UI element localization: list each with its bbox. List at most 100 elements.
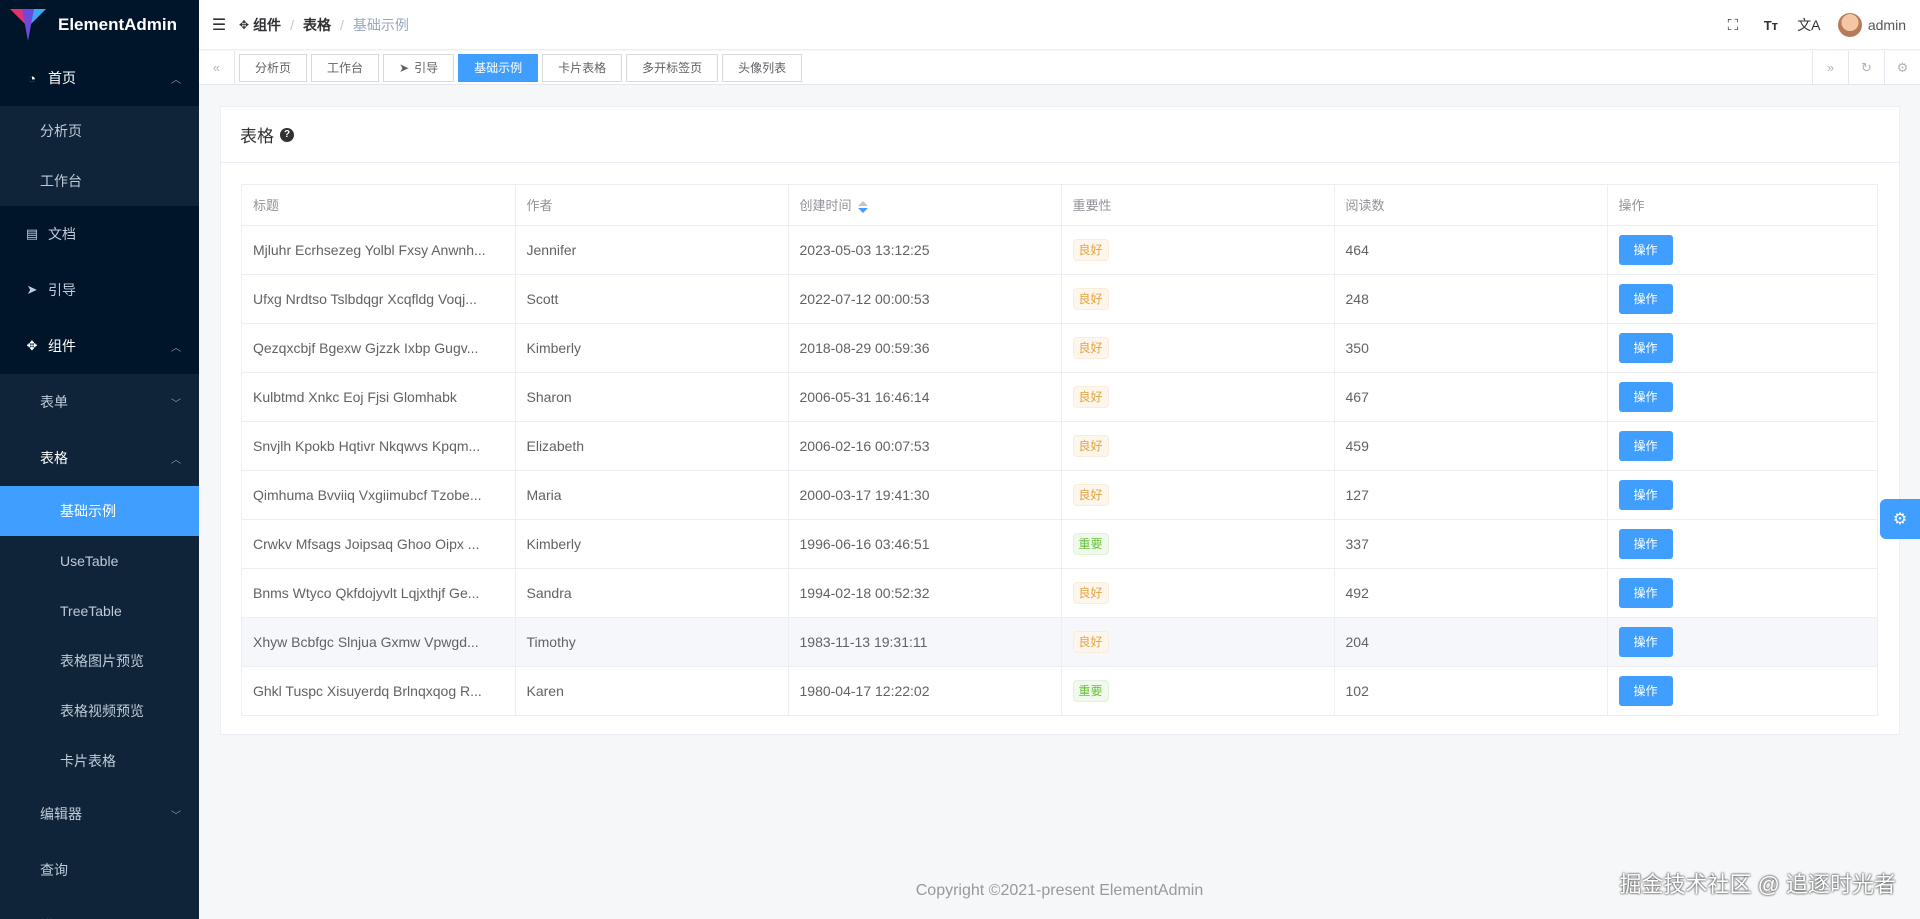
sidebar-item-basic-example[interactable]: 基础示例 — [0, 486, 199, 536]
sidebar-item-description[interactable]: 描述 — [0, 898, 199, 919]
settings-gear-icon[interactable]: ⚙ — [1880, 499, 1920, 539]
action-button[interactable]: 操作 — [1618, 577, 1673, 608]
sidebar-item-docs[interactable]: ▤ 文档 — [0, 206, 199, 262]
sidebar-item-guide[interactable]: ➤ 引导 — [0, 262, 199, 318]
action-button[interactable]: 操作 — [1618, 528, 1673, 559]
sidebar-item-table[interactable]: 表格 ︿ — [0, 430, 199, 486]
sidebar-item-components[interactable]: ✥ 组件 ︿ — [0, 318, 199, 374]
cell-author: Karen — [515, 666, 789, 715]
sidebar-item-card-table[interactable]: 卡片表格 — [0, 736, 199, 786]
status-badge: 重要 — [1072, 532, 1109, 555]
column-header-reads: 阅读数 — [1334, 185, 1608, 226]
user-menu[interactable]: admin — [1828, 13, 1920, 37]
double-right-icon[interactable]: » — [1812, 50, 1848, 85]
tag-avatar-list[interactable]: 头像列表 — [722, 53, 803, 82]
chevron-up-icon: ︿ — [171, 454, 181, 466]
column-header-time[interactable]: 创建时间 — [788, 185, 1062, 226]
cell-reads: 459 — [1334, 421, 1608, 471]
action-button[interactable]: 操作 — [1618, 283, 1673, 314]
table-row: Kulbtmd Xnkc Eoj Fjsi Glomhabk Sharon 2006… — [242, 372, 1877, 422]
breadcrumb-separator: / — [339, 16, 344, 33]
font-size-icon[interactable]: Tт — [1752, 0, 1790, 50]
breadcrumb-item[interactable]: 组件 — [253, 15, 281, 35]
sidebar-item-workplace[interactable]: 工作台 — [0, 156, 199, 206]
cell-title: Mjluhr Ecrhsezeg Yolbl Fxsy Anwnh... — [242, 225, 516, 275]
document-icon: ▤ — [25, 226, 39, 241]
status-badge: 良好 — [1072, 630, 1109, 653]
fullscreen-icon[interactable]: ⛶ — [1714, 0, 1752, 50]
cell-reads: 350 — [1334, 323, 1608, 373]
cell-reads: 204 — [1334, 617, 1608, 667]
status-badge: 良好 — [1072, 434, 1109, 457]
sidebar-item-home[interactable]: ◔ 首页 ︿ — [0, 50, 199, 106]
cell-importance: 良好 — [1061, 225, 1335, 275]
tag-analysis[interactable]: 分析页 — [239, 53, 308, 82]
tag-basic-example[interactable]: 基础示例 — [458, 53, 539, 82]
column-header-importance: 重要性 — [1061, 185, 1335, 226]
cell-time: 1996-06-16 03:46:51 — [788, 519, 1062, 569]
cell-time: 1994-02-18 00:52:32 — [788, 568, 1062, 618]
sidebar-item-table-video-preview[interactable]: 表格视频预览 — [0, 686, 199, 736]
table-row: Ufxg Nrdtso Tslbdqgr Xcqfldg Voqj... Scot… — [242, 274, 1877, 324]
cell-author: Scott — [515, 274, 789, 324]
sidebar-item-label: 引导 — [48, 282, 76, 298]
action-button[interactable]: 操作 — [1618, 381, 1673, 412]
header-actions: ⛶ Tт 文A admin — [1714, 0, 1920, 50]
cell-reads: 248 — [1334, 274, 1608, 324]
tag-card-table[interactable]: 卡片表格 — [542, 53, 623, 82]
cell-author: Kimberly — [515, 519, 789, 569]
tags-view: « 分析页 工作台 ➤ 引导 基础示例 卡片表格 多开标签页 头像列表 » ↻ ⚙ — [199, 50, 1920, 85]
cell-title: Xhyw Bcbfgc Slnjua Gxmw Vpwgd... — [242, 617, 516, 667]
cell-title: Snvjlh Kpokb Hqtivr Nkqwvs Kpqm... — [242, 421, 516, 471]
cell-time: 2006-02-16 00:07:53 — [788, 421, 1062, 471]
sort-icon[interactable] — [857, 200, 868, 214]
sidebar: ElementAdmin ◔ 首页 ︿ 分析页 工作台 ▤ 文档 ➤ 引导 ✥ … — [0, 0, 199, 919]
sidebar-item-table-image-preview[interactable]: 表格图片预览 — [0, 636, 199, 686]
cell-importance: 良好 — [1061, 470, 1335, 520]
tag-multi-tabs[interactable]: 多开标签页 — [626, 53, 719, 82]
column-header-author: 作者 — [515, 185, 789, 226]
watermark: 掘金技术社区 @ 追逐时光者 — [1619, 872, 1896, 897]
cubes-icon: ✥ — [26, 338, 38, 353]
sidebar-item-treetable[interactable]: TreeTable — [0, 586, 199, 636]
action-button[interactable]: 操作 — [1618, 626, 1673, 657]
table-row: Ghkl Tuspc Xisuyerdq Brlnqxqog R... Karen… — [242, 666, 1877, 715]
question-icon[interactable]: ? — [280, 127, 294, 142]
action-button[interactable]: 操作 — [1618, 430, 1673, 461]
column-header-label: 创建时间 — [799, 198, 852, 214]
cell-action: 操作 — [1607, 470, 1877, 520]
cell-importance: 良好 — [1061, 323, 1335, 373]
action-button[interactable]: 操作 — [1618, 234, 1673, 265]
tag-guide[interactable]: ➤ 引导 — [383, 53, 455, 82]
cell-action: 操作 — [1607, 225, 1877, 275]
action-button[interactable]: 操作 — [1618, 479, 1673, 510]
gear-icon[interactable]: ⚙ — [1884, 50, 1920, 85]
card-header: 表格 ? — [221, 107, 1899, 163]
cell-importance: 良好 — [1061, 274, 1335, 324]
sidebar-item-label: 首页 — [48, 70, 76, 86]
menu-fold-icon[interactable]: ☰ — [199, 0, 239, 50]
sidebar-item-form[interactable]: 表单 ﹀ — [0, 374, 199, 430]
tag-workplace[interactable]: 工作台 — [311, 53, 380, 82]
sidebar-item-editor[interactable]: 编辑器 ﹀ — [0, 786, 199, 842]
cell-importance: 重要 — [1061, 519, 1335, 569]
app-logo[interactable]: ElementAdmin — [0, 0, 199, 50]
breadcrumb-item[interactable]: 表格 — [303, 15, 331, 35]
action-button[interactable]: 操作 — [1618, 675, 1673, 706]
table-row: Qezqxcbjf Bgexw Gjzzk Ixbp Gugv... Kimber… — [242, 323, 1877, 373]
cell-time: 2006-05-31 16:46:14 — [788, 372, 1062, 422]
refresh-icon[interactable]: ↻ — [1848, 50, 1884, 85]
action-button[interactable]: 操作 — [1618, 332, 1673, 363]
tag-label: 引导 — [414, 60, 439, 75]
cell-time: 2022-07-12 00:00:53 — [788, 274, 1062, 324]
tags-list: 分析页 工作台 ➤ 引导 基础示例 卡片表格 多开标签页 头像列表 — [235, 53, 1812, 82]
column-header-action: 操作 — [1607, 185, 1877, 226]
sidebar-item-analysis[interactable]: 分析页 — [0, 106, 199, 156]
double-left-icon[interactable]: « — [199, 50, 235, 85]
sidebar-item-query[interactable]: 查询 — [0, 842, 199, 898]
translate-icon[interactable]: 文A — [1790, 0, 1828, 50]
chevron-down-icon: ﹀ — [171, 810, 181, 822]
sidebar-item-usetable[interactable]: UseTable — [0, 536, 199, 586]
send-icon: ➤ — [399, 60, 410, 75]
cell-title: Crwkv Mfsags Joipsaq Ghoo Oipx ... — [242, 519, 516, 569]
